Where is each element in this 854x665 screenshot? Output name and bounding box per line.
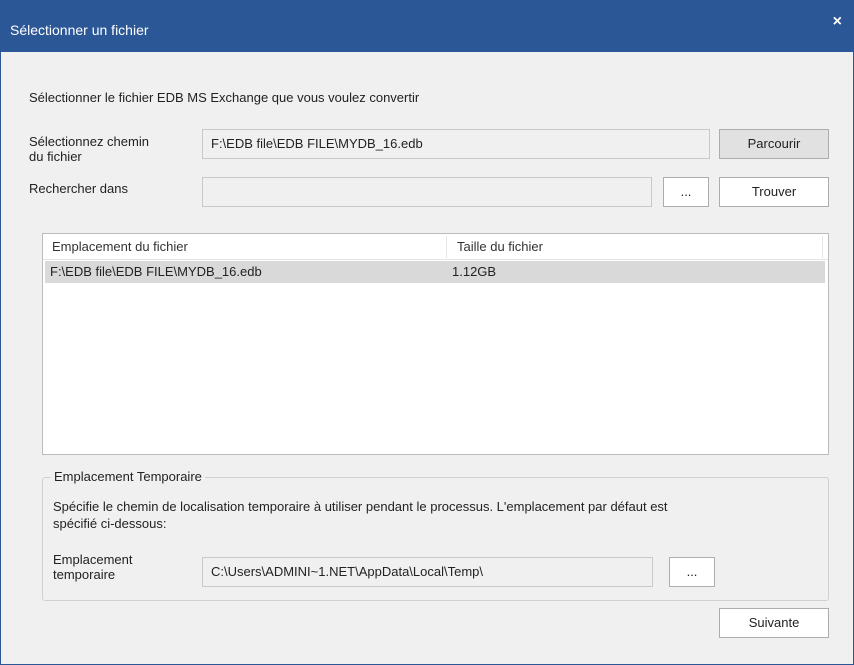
title-bar: Sélectionner un fichier × — [0, 0, 854, 52]
instruction-text: Sélectionner le fichier EDB MS Exchange … — [29, 90, 420, 105]
path-label-line2: du fichier — [29, 149, 82, 164]
find-button[interactable]: Trouver — [719, 177, 829, 207]
temp-description-line2: spécifié ci-dessous: — [53, 516, 167, 531]
search-ellipsis-button[interactable]: ... — [663, 177, 709, 207]
dialog-body: Sélectionner le fichier EDB MS Exchange … — [0, 52, 854, 665]
file-list[interactable]: Emplacement du fichier Taille du fichier… — [42, 233, 829, 455]
browse-button[interactable]: Parcourir — [719, 129, 829, 159]
temp-ellipsis-button[interactable]: ... — [669, 557, 715, 587]
search-label: Rechercher dans — [29, 181, 128, 196]
row-location: F:\EDB file\EDB FILE\MYDB_16.edb — [50, 264, 262, 279]
search-location-field[interactable] — [202, 177, 652, 207]
window-title: Sélectionner un fichier — [10, 22, 149, 38]
column-header-size[interactable]: Taille du fichier — [451, 234, 821, 260]
temp-label-line2: temporaire — [53, 567, 116, 582]
temp-description-line1: Spécifie le chemin de localisation tempo… — [53, 499, 668, 514]
column-divider[interactable] — [822, 236, 823, 258]
path-label-line1: Sélectionnez chemin — [29, 134, 149, 149]
temp-path-field[interactable]: C:\Users\ADMINI~1.NET\AppData\Local\Temp… — [202, 557, 653, 587]
temp-label-line1: Emplacement — [53, 552, 133, 567]
row-size: 1.12GB — [452, 264, 497, 279]
temp-group-title: Emplacement Temporaire — [51, 469, 205, 485]
file-path-field[interactable]: F:\EDB file\EDB FILE\MYDB_16.edb — [202, 129, 710, 159]
table-row[interactable]: F:\EDB file\EDB FILE\MYDB_16.edb 1.12GB — [45, 261, 825, 283]
temp-location-group: Emplacement Temporaire Spécifie le chemi… — [42, 469, 829, 601]
file-list-header: Emplacement du fichier Taille du fichier — [43, 234, 828, 260]
next-button[interactable]: Suivante — [719, 608, 829, 638]
close-icon[interactable]: × — [833, 14, 842, 30]
temp-label: Emplacement temporaire — [53, 552, 132, 582]
column-divider[interactable] — [446, 236, 447, 258]
column-header-location[interactable]: Emplacement du fichier — [46, 234, 446, 260]
path-label: Sélectionnez chemin du fichier — [29, 134, 149, 164]
